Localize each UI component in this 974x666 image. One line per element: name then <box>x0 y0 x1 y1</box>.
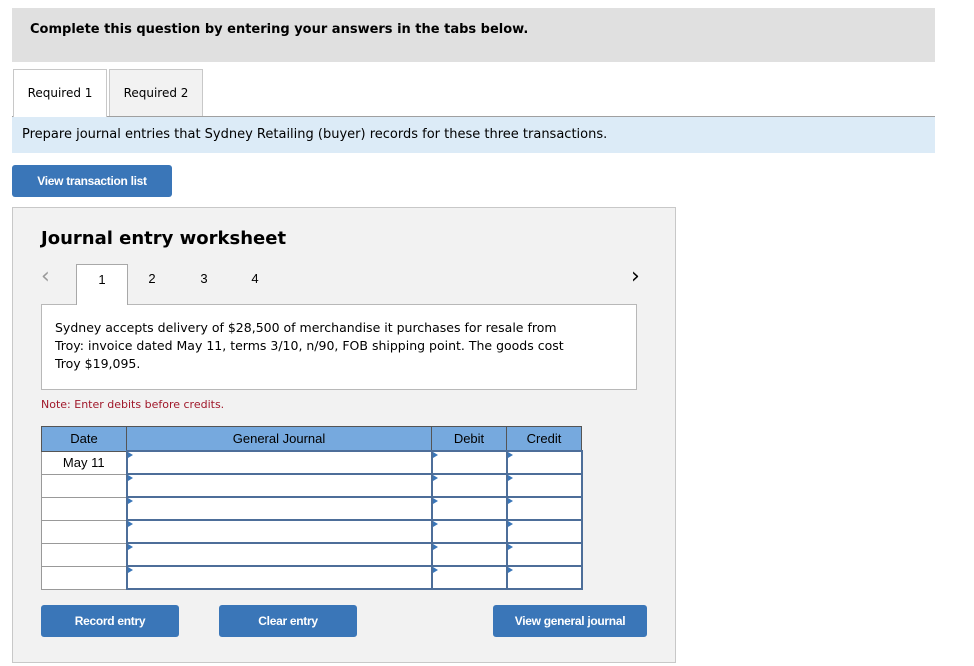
credit-input[interactable] <box>505 519 583 544</box>
account-input[interactable] <box>125 542 433 567</box>
debit-input[interactable] <box>430 450 508 475</box>
view-transaction-list-button[interactable]: View transaction list <box>12 165 172 197</box>
header-general-journal: General Journal <box>126 426 432 452</box>
chevron-right-icon[interactable]: › <box>631 264 640 289</box>
account-input[interactable] <box>125 450 433 475</box>
journal-row: May 11 <box>41 450 583 475</box>
debit-input[interactable] <box>430 519 508 544</box>
credit-input[interactable] <box>505 565 583 590</box>
view-general-journal-button[interactable]: View general journal <box>493 605 647 637</box>
banner-text: Complete this question by entering your … <box>30 22 529 37</box>
date-cell[interactable] <box>41 473 127 498</box>
credit-input[interactable] <box>505 473 583 498</box>
date-cell[interactable] <box>41 519 127 544</box>
account-input[interactable] <box>125 496 433 521</box>
debit-input[interactable] <box>430 565 508 590</box>
journal-table: Date General Journal Debit Credit May 11 <box>41 426 583 590</box>
entry-tab-3[interactable]: 3 <box>179 264 229 304</box>
journal-row <box>41 542 583 567</box>
journal-row <box>41 473 583 498</box>
date-cell[interactable] <box>41 565 127 590</box>
instructions-bar: Prepare journal entries that Sydney Reta… <box>12 117 935 153</box>
debit-input[interactable] <box>430 473 508 498</box>
transaction-description: Sydney accepts delivery of $28,500 of me… <box>55 320 564 371</box>
journal-row <box>41 565 583 590</box>
tab-required-2[interactable]: Required 2 <box>109 69 203 116</box>
date-cell[interactable] <box>41 542 127 567</box>
debit-input[interactable] <box>430 542 508 567</box>
instruction-banner: Complete this question by entering your … <box>12 8 935 62</box>
tab-required-1[interactable]: Required 1 <box>13 69 107 117</box>
account-input[interactable] <box>125 519 433 544</box>
header-date: Date <box>41 426 127 452</box>
entry-tab-4[interactable]: 4 <box>230 264 280 304</box>
journal-entry-worksheet: Journal entry worksheet ‹ › 1 2 3 4 Sydn… <box>12 207 676 663</box>
entry-tab-1[interactable]: 1 <box>76 264 128 305</box>
date-cell[interactable] <box>41 496 127 521</box>
entry-note: Note: Enter debits before credits. <box>41 398 225 411</box>
date-cell: May 11 <box>41 450 127 475</box>
clear-entry-button[interactable]: Clear entry <box>219 605 357 637</box>
header-debit: Debit <box>431 426 507 452</box>
credit-input[interactable] <box>505 542 583 567</box>
journal-row <box>41 519 583 544</box>
record-entry-button[interactable]: Record entry <box>41 605 179 637</box>
header-credit: Credit <box>506 426 582 452</box>
credit-input[interactable] <box>505 496 583 521</box>
chevron-left-icon[interactable]: ‹ <box>41 264 50 289</box>
journal-row <box>41 496 583 521</box>
account-input[interactable] <box>125 565 433 590</box>
debit-input[interactable] <box>430 496 508 521</box>
instructions-text: Prepare journal entries that Sydney Reta… <box>22 127 608 142</box>
credit-input[interactable] <box>505 450 583 475</box>
transaction-description-box: Sydney accepts delivery of $28,500 of me… <box>41 304 637 390</box>
worksheet-title: Journal entry worksheet <box>41 228 287 249</box>
entry-tab-2[interactable]: 2 <box>127 264 177 304</box>
account-input[interactable] <box>125 473 433 498</box>
